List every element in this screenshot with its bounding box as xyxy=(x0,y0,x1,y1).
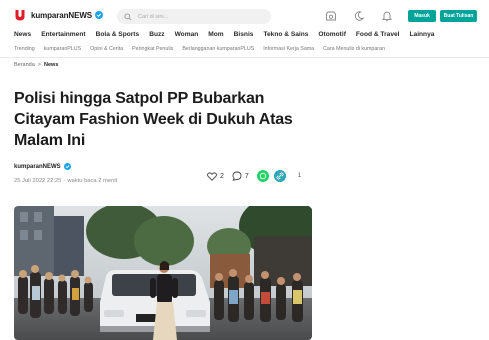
verified-badge-icon xyxy=(63,163,71,170)
nav-item-woman[interactable]: Woman xyxy=(175,31,199,41)
site-logo[interactable]: kumparanNEWS xyxy=(14,9,104,21)
top-header: kumparanNEWS Masuk Buat Tulisan xyxy=(0,0,489,30)
comment-count: 7 xyxy=(244,172,249,180)
secondary-nav: Trending kumparanPLUS Opini & Cerita Per… xyxy=(14,46,394,52)
breadcrumb-home[interactable]: Beranda xyxy=(14,62,35,68)
meta-separator: · xyxy=(63,178,66,184)
subnav-item-cara-menulis[interactable]: Cara Menulis di kumparan xyxy=(323,46,385,52)
article-hero-image[interactable] xyxy=(14,206,312,340)
whatsapp-icon xyxy=(259,172,266,180)
comment-icon[interactable] xyxy=(232,171,242,181)
nav-item-bisnis[interactable]: Bisnis xyxy=(234,31,254,41)
verified-badge-icon xyxy=(95,11,104,19)
breadcrumb-separator: > xyxy=(37,62,42,68)
subnav-item-berlangganan[interactable]: Berlangganan kumparanPLUS xyxy=(182,46,254,52)
nav-item-entertainment[interactable]: Entertainment xyxy=(41,31,85,41)
search-icon xyxy=(124,12,132,21)
publish-date: 25 Juli 2022 22:25 xyxy=(14,178,62,184)
breadcrumb-current[interactable]: News xyxy=(44,62,58,68)
subnav-item-kerja-sama[interactable]: Informasi Kerja Sama xyxy=(263,46,314,52)
article-author[interactable]: kumparanNEWS xyxy=(14,163,71,170)
nav-item-lainnya[interactable]: Lainnya xyxy=(410,31,435,41)
subnav-item-opini-cerita[interactable]: Opini & Cerita xyxy=(90,46,123,52)
kumparan-logo-icon xyxy=(15,10,25,21)
brand-name: kumparanNEWS xyxy=(31,10,93,20)
subnav-item-kumparanplus[interactable]: kumparanPLUS xyxy=(44,46,81,52)
main-nav: News Entertainment Bola & Sports Buzz Wo… xyxy=(14,31,444,41)
nav-item-otomotif[interactable]: Otomotif xyxy=(318,31,345,41)
hero-photo-illustration xyxy=(14,206,312,340)
share-count: 1 xyxy=(297,173,302,179)
subnav-item-trending[interactable]: Trending xyxy=(14,46,35,52)
link-icon xyxy=(276,172,284,180)
nav-item-buzz[interactable]: Buzz xyxy=(149,31,164,41)
breadcrumb: Beranda > News xyxy=(14,62,58,68)
write-button[interactable]: Buat Tulisan xyxy=(440,10,477,22)
nav-item-news[interactable]: News xyxy=(14,31,31,41)
read-time: waktu baca 2 menit xyxy=(67,178,118,184)
search-input[interactable] xyxy=(138,13,258,20)
nav-item-mom[interactable]: Mom xyxy=(208,31,223,41)
login-button[interactable]: Masuk xyxy=(408,10,436,22)
whatsapp-share-button[interactable] xyxy=(256,170,269,182)
nav-item-food-travel[interactable]: Food & Travel xyxy=(356,31,400,41)
heart-icon[interactable] xyxy=(207,171,217,181)
tv-icon[interactable] xyxy=(325,10,337,22)
moon-icon[interactable] xyxy=(353,10,365,22)
nav-item-bola-sports[interactable]: Bola & Sports xyxy=(96,31,140,41)
header-divider xyxy=(0,57,489,58)
search-bar[interactable] xyxy=(117,9,271,24)
bell-icon[interactable] xyxy=(381,10,393,22)
like-count: 2 xyxy=(220,172,224,180)
author-name[interactable]: kumparanNEWS xyxy=(14,164,61,170)
engagement-bar: 2 7 1 xyxy=(207,170,301,182)
article-meta: 25 Juli 2022 22:25 · waktu baca 2 menit xyxy=(14,178,117,184)
subnav-item-peringkat-penulis[interactable]: Peringkat Penulis xyxy=(132,46,173,52)
article-title: Polisi hingga Satpol PP Bubarkan Citayam… xyxy=(14,90,293,149)
nav-item-tekno-sains[interactable]: Tekno & Sains xyxy=(263,31,308,41)
copy-link-button[interactable] xyxy=(273,170,286,182)
